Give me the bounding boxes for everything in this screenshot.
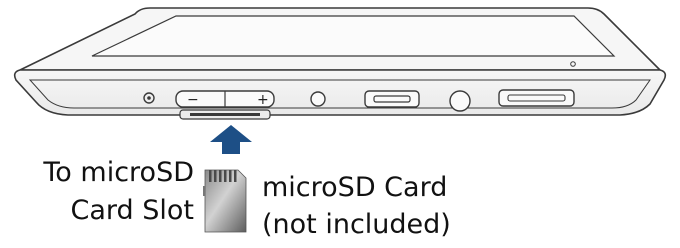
dock-port xyxy=(498,89,575,107)
power-button[interactable] xyxy=(449,90,471,112)
volume-down-button[interactable]: − xyxy=(187,92,199,108)
slot-label-line1: To microSD xyxy=(43,157,194,188)
micro-usb-port xyxy=(364,90,420,108)
headphone-jack xyxy=(310,91,326,107)
volume-up-button[interactable]: + xyxy=(257,92,269,108)
card-label-line2: (not included) xyxy=(262,209,451,240)
microsd-card-icon xyxy=(203,169,247,233)
microsd-card-slot[interactable] xyxy=(179,109,271,120)
slot-label-line2: Card Slot xyxy=(70,195,195,226)
card-label-line1: microSD Card xyxy=(262,172,448,203)
tablet-screen xyxy=(91,15,616,57)
insert-arrow-icon xyxy=(210,125,252,154)
